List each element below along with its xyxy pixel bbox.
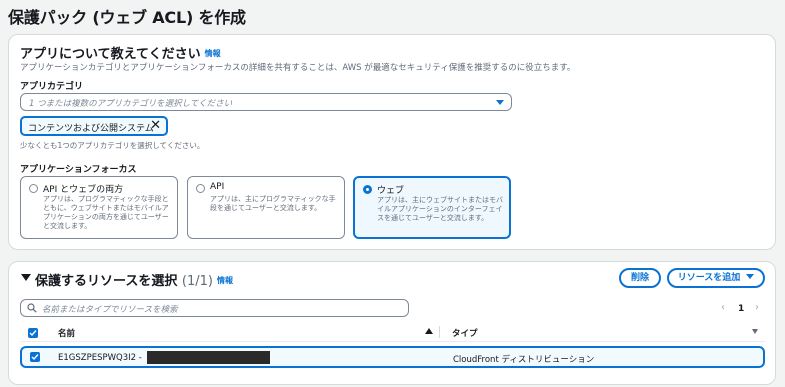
sort-icon[interactable] bbox=[752, 329, 758, 334]
checkmark-icon bbox=[29, 330, 37, 337]
caret-down-icon bbox=[496, 100, 504, 105]
focus-option-title: API とウェブの両方 bbox=[43, 185, 124, 195]
category-token-label: コンテンツおよび公開システム bbox=[28, 124, 154, 134]
resources-heading: 保護するリソースを選択 (1/1) 情報 bbox=[35, 270, 233, 289]
page-title: 保護パック (ウェブ ACL) を作成 bbox=[8, 8, 246, 27]
radio-button-selected[interactable] bbox=[363, 185, 372, 194]
resource-type-cell: CloudFront ディストリビューション bbox=[453, 355, 595, 365]
app-info-panel: アプリについて教えてください 情報 アプリケーションカテゴリとアプリケーションフォ… bbox=[8, 34, 776, 250]
app-focus-label: アプリケーションフォーカス bbox=[20, 165, 137, 175]
app-info-description: アプリケーションカテゴリとアプリケーションフォーカスの詳細を共有することは、AW… bbox=[20, 63, 576, 73]
add-resource-label: リソースを追加 bbox=[677, 273, 741, 283]
focus-option-api-and-web[interactable]: API とウェブの両方 アプリは、プログラマティックな手段とともに、ウェブサイト… bbox=[20, 176, 178, 239]
add-resource-button[interactable]: リソースを追加 bbox=[667, 268, 765, 288]
resource-name-cell: E1GSZPESPWQ3I2 - bbox=[58, 353, 142, 363]
chevron-right-icon[interactable]: › bbox=[755, 302, 759, 313]
remove-button[interactable]: 削除 bbox=[619, 268, 661, 288]
focus-option-description: アプリは、主にプログラマティックな手段を通じてユーザーと交流します。 bbox=[210, 195, 336, 212]
resource-search-input[interactable]: 名前またはタイプでリソースを検索 bbox=[20, 299, 409, 317]
app-category-hint: 少なくとも1つのアプリカテゴリを選択してください。 bbox=[20, 141, 205, 150]
focus-option-web[interactable]: ウェブ アプリは、主にウェブサイトまたはモバイルアプリケーションのインターフェイ… bbox=[353, 176, 511, 239]
column-divider bbox=[439, 326, 440, 338]
focus-option-title: ウェブ bbox=[377, 186, 405, 196]
app-category-select[interactable]: 1 つまたは複数のアプリカテゴリを選択してください bbox=[20, 93, 512, 111]
radio-button[interactable] bbox=[29, 184, 38, 193]
category-token: コンテンツおよび公開システム ✕ bbox=[20, 116, 168, 136]
resources-info-link[interactable]: 情報 bbox=[217, 276, 233, 285]
caret-down-icon bbox=[746, 274, 755, 279]
focus-option-title: API bbox=[210, 182, 225, 192]
focus-option-description: アプリは、主にウェブサイトまたはモバイルアプリケーションのインターフェイスを通じ… bbox=[377, 196, 503, 222]
current-page[interactable]: 1 bbox=[738, 304, 744, 314]
sort-ascending-icon[interactable] bbox=[425, 328, 433, 334]
checkmark-icon bbox=[31, 354, 39, 361]
radio-button[interactable] bbox=[196, 184, 205, 193]
table-row[interactable]: E1GSZPESPWQ3I2 - CloudFront ディストリビューション bbox=[20, 346, 765, 368]
table-header-divider bbox=[20, 341, 765, 342]
app-info-title: アプリについて教えてください bbox=[20, 47, 201, 62]
redacted-block bbox=[147, 351, 270, 364]
focus-option-api[interactable]: API アプリは、主にプログラマティックな手段を通じてユーザーと交流します。 bbox=[187, 176, 345, 239]
app-info-link[interactable]: 情報 bbox=[205, 49, 221, 58]
close-icon[interactable]: ✕ bbox=[150, 118, 161, 134]
row-checkbox[interactable] bbox=[30, 352, 40, 362]
focus-option-description: アプリは、プログラマティックな手段とともに、ウェブサイトまたはモバイルアプリケー… bbox=[43, 195, 169, 230]
search-icon bbox=[27, 303, 37, 313]
app-category-placeholder: 1 つまたは複数のアプリカテゴリを選択してください bbox=[29, 99, 233, 109]
column-header-type[interactable]: タイプ bbox=[452, 327, 478, 339]
resources-count: (1/1) bbox=[181, 274, 213, 289]
chevron-left-icon[interactable]: ‹ bbox=[721, 302, 725, 313]
select-all-checkbox[interactable] bbox=[28, 328, 38, 338]
resources-title: 保護するリソースを選択 bbox=[35, 274, 178, 289]
resources-panel: 保護するリソースを選択 (1/1) 情報 削除 リソースを追加 名前またはタイプで… bbox=[8, 261, 776, 385]
remove-button-label: 削除 bbox=[630, 273, 649, 283]
app-info-heading: アプリについて教えてください 情報 bbox=[20, 43, 221, 62]
column-header-name[interactable]: 名前 bbox=[58, 327, 75, 339]
app-category-label: アプリカテゴリ bbox=[20, 82, 84, 92]
resource-search-placeholder: 名前またはタイプでリソースを検索 bbox=[42, 305, 178, 315]
collapse-caret-icon[interactable] bbox=[21, 274, 31, 281]
